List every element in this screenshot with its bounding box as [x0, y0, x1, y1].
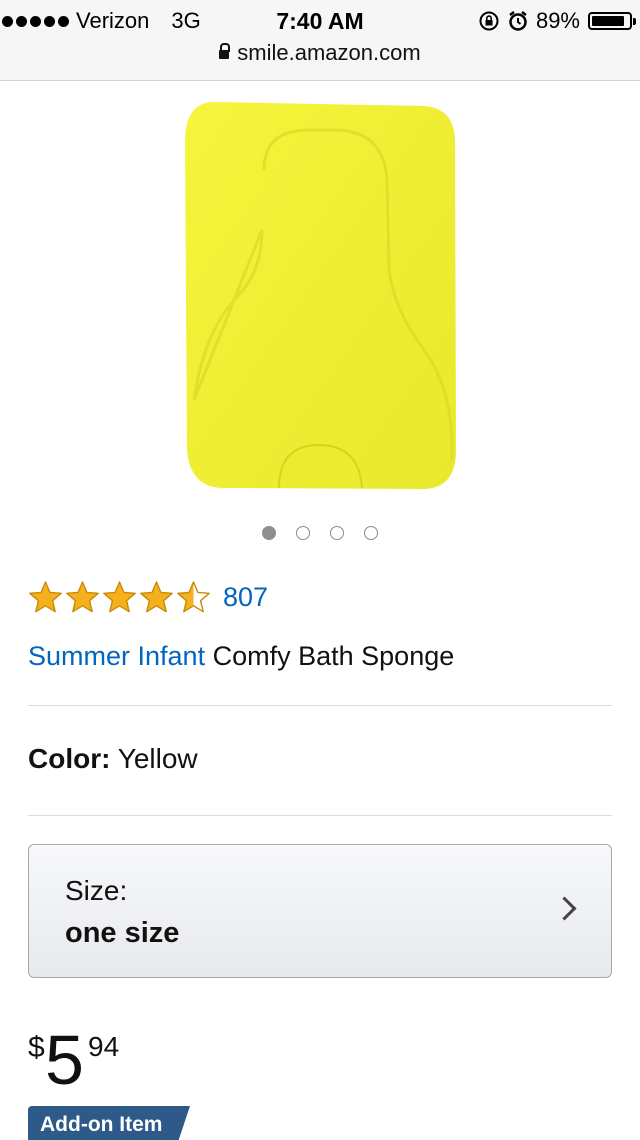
price-whole: 5	[45, 1021, 84, 1099]
status-right: 89%	[478, 8, 636, 34]
rating-row[interactable]: 807	[28, 580, 268, 615]
size-selector-button[interactable]: Size: one size	[28, 844, 612, 978]
product-image[interactable]	[184, 100, 456, 492]
size-value: one size	[65, 917, 180, 949]
rotation-lock-icon	[479, 11, 499, 31]
product-name: Comfy Bath Sponge	[212, 641, 455, 671]
carousel-dot[interactable]	[262, 526, 276, 540]
browser-top-bar: Verizon 3G 7:40 AM 89% smile.amazon.com	[0, 0, 640, 81]
chevron-right-icon	[552, 896, 577, 921]
size-label: Size:	[65, 875, 128, 906]
brand-link[interactable]: Summer Infant	[28, 641, 205, 671]
carousel-dot[interactable]	[330, 526, 344, 540]
product-title: Summer Infant Comfy Bath Sponge	[28, 641, 454, 672]
star-icon	[66, 581, 99, 613]
star-rating	[28, 580, 211, 615]
battery-icon	[588, 12, 636, 30]
lock-icon	[219, 43, 231, 59]
address-bar[interactable]: smile.amazon.com	[0, 40, 640, 66]
image-carousel-dots[interactable]	[0, 526, 640, 540]
star-icon	[103, 581, 136, 613]
price-fraction: 94	[88, 1031, 120, 1062]
battery-fill	[592, 16, 624, 26]
price-currency: $	[28, 1031, 45, 1064]
color-label: Color:	[28, 743, 111, 774]
price: $ 5 94	[28, 1025, 228, 1095]
add-on-item-badge: Add-on Item	[28, 1106, 190, 1140]
divider	[28, 705, 612, 706]
star-icon	[177, 581, 210, 613]
battery-percent: 89%	[535, 8, 580, 33]
rating-count-link[interactable]: 807	[223, 582, 268, 613]
divider	[28, 815, 612, 816]
status-bar: Verizon 3G 7:40 AM 89%	[0, 0, 640, 40]
star-icon	[140, 581, 173, 613]
color-row: Color: Yellow	[28, 743, 198, 775]
star-icon	[29, 581, 62, 613]
url-text: smile.amazon.com	[237, 40, 421, 65]
carousel-dot[interactable]	[296, 526, 310, 540]
color-value: Yellow	[117, 743, 198, 774]
alarm-icon	[509, 11, 527, 31]
carousel-dot[interactable]	[364, 526, 378, 540]
